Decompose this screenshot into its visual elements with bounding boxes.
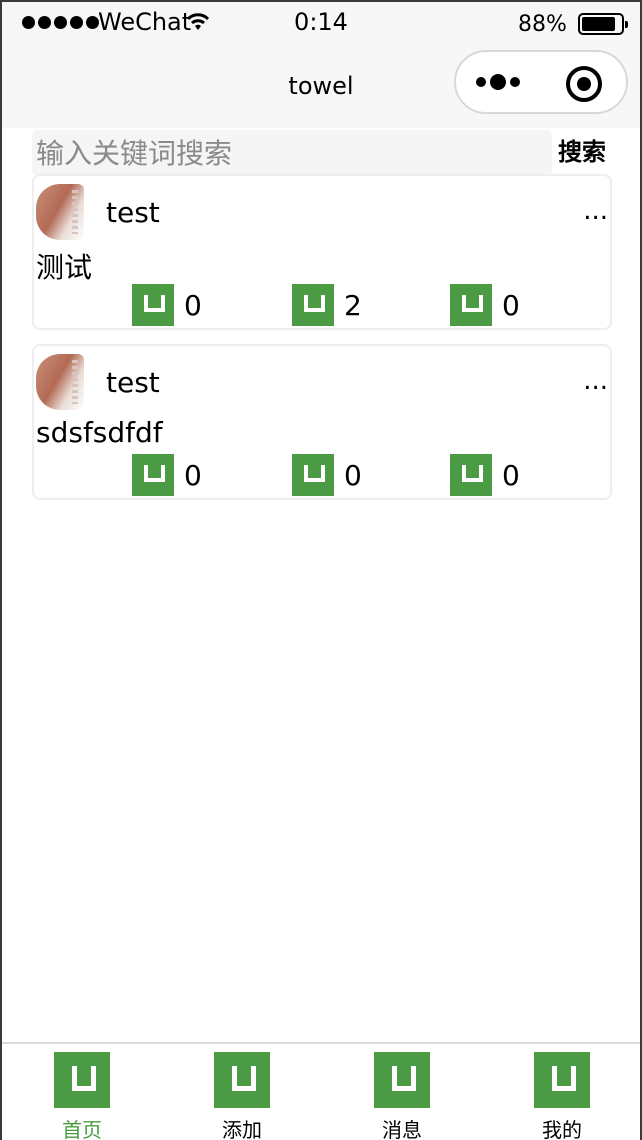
stat-count: 0 [344, 458, 362, 492]
post-more-button[interactable]: ... [583, 366, 608, 396]
battery-icon [578, 13, 628, 35]
post-username: test [106, 196, 160, 229]
search-button[interactable]: 搜索 [558, 132, 606, 167]
stat-count: 2 [344, 288, 362, 322]
stat-count: 0 [184, 288, 202, 322]
stat-count: 0 [502, 288, 520, 322]
tab-label: 添加 [222, 1118, 262, 1140]
avatar[interactable] [36, 354, 84, 410]
post-stat-3[interactable]: 0 [450, 454, 520, 496]
post-stat-1[interactable]: 0 [132, 284, 202, 326]
stat-icon [450, 284, 492, 326]
tab-label: 消息 [382, 1118, 422, 1140]
post-card[interactable]: test ... sdsfsdfdf 0 0 0 [32, 344, 612, 500]
stat-icon [450, 454, 492, 496]
post-text: 测试 [36, 251, 93, 284]
tab-label: 我的 [542, 1118, 582, 1140]
main-content: 搜索 test ... 测试 0 2 0 test ... sdsfsdfdf … [0, 128, 642, 1042]
post-stat-2[interactable]: 2 [292, 284, 362, 326]
post-stat-1[interactable]: 0 [132, 454, 202, 496]
stat-icon [292, 454, 334, 496]
more-options-icon[interactable] [476, 70, 526, 94]
stat-count: 0 [502, 458, 520, 492]
add-tab-icon [214, 1052, 270, 1108]
stat-icon [292, 284, 334, 326]
tab-home[interactable]: 首页 [22, 1052, 142, 1140]
navigation-bar: towel [0, 48, 642, 128]
stat-icon [132, 454, 174, 496]
post-card[interactable]: test ... 测试 0 2 0 [32, 174, 612, 330]
post-text: sdsfsdfdf [36, 416, 163, 449]
search-input[interactable] [32, 130, 552, 176]
tab-label: 首页 [62, 1118, 102, 1140]
messages-tab-icon [374, 1052, 430, 1108]
close-miniprogram-icon[interactable] [566, 66, 602, 102]
post-stat-2[interactable]: 0 [292, 454, 362, 496]
post-stat-3[interactable]: 0 [450, 284, 520, 326]
battery-percentage: 88% [518, 12, 567, 37]
tab-mine[interactable]: 我的 [502, 1052, 622, 1140]
post-more-button[interactable]: ... [583, 196, 608, 226]
miniprogram-capsule [454, 50, 628, 114]
tab-add[interactable]: 添加 [182, 1052, 302, 1140]
tab-messages[interactable]: 消息 [342, 1052, 462, 1140]
avatar[interactable] [36, 184, 84, 240]
post-username: test [106, 366, 160, 399]
stat-count: 0 [184, 458, 202, 492]
stat-icon [132, 284, 174, 326]
tab-bar: 首页 添加 消息 我的 [0, 1042, 642, 1140]
profile-tab-icon [534, 1052, 590, 1108]
search-box [32, 130, 552, 176]
home-tab-icon [54, 1052, 110, 1108]
status-bar: WeChat 0:14 88% [0, 0, 642, 48]
